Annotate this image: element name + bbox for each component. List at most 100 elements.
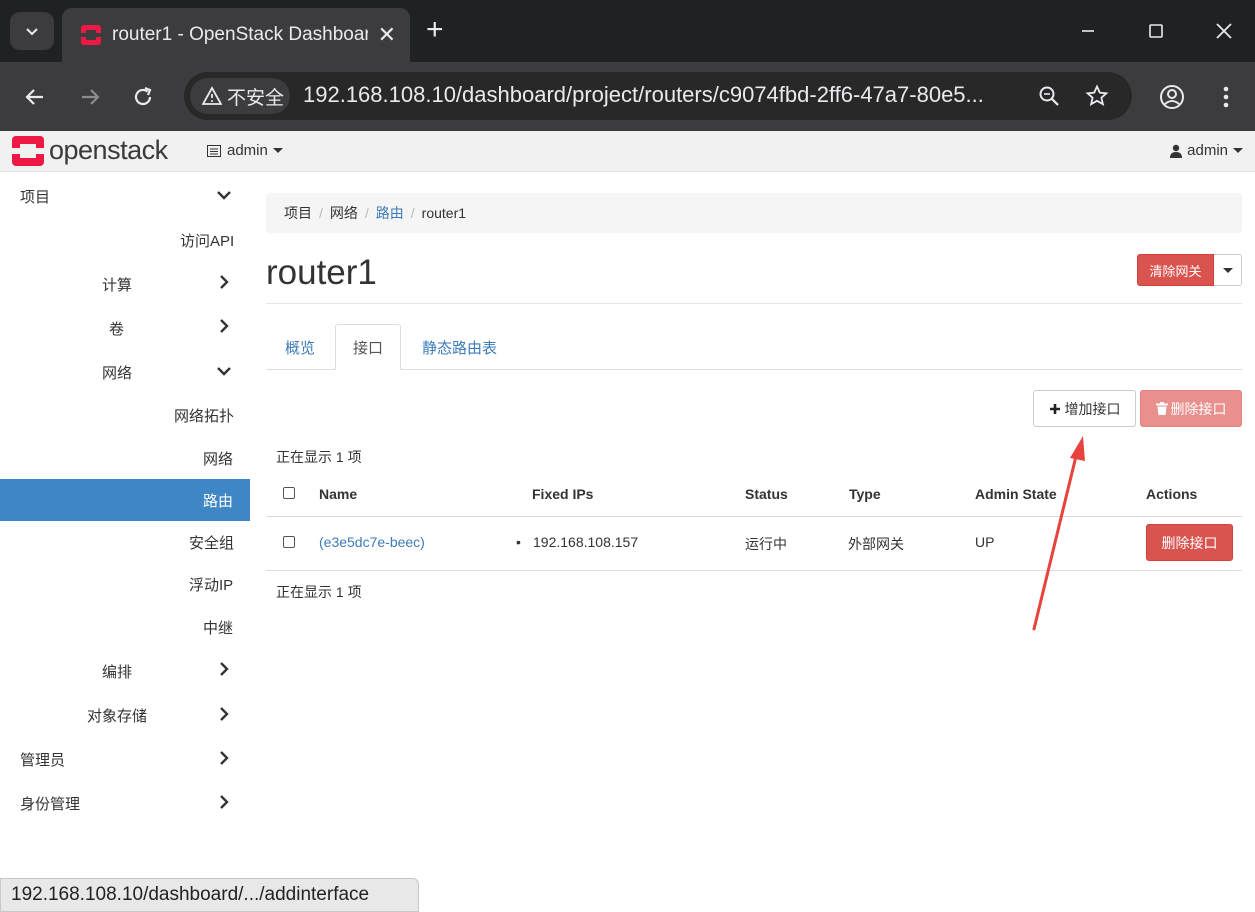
delete-interfaces-button[interactable]: 删除接口 [1140,390,1242,427]
add-interface-label: 增加接口 [1064,400,1121,417]
showing-count-bottom: 正在显示 1 项 [276,584,362,600]
breadcrumb-routers-link[interactable]: 路由 [376,203,404,223]
tabs-divider [266,369,1242,370]
chevron-right-icon[interactable] [216,750,232,766]
chevron-right-icon[interactable] [216,274,232,290]
project-name: admin [227,142,268,159]
sidebar: 项目 访问API 计算 卷 网络 网络拓扑 网络 路由 安全组 浮动IP 中继 … [0,172,250,912]
breadcrumb-separator: / [410,205,415,221]
openstack-logo[interactable]: openstack [12,135,168,166]
chevron-right-icon[interactable] [216,706,232,722]
caret-down-icon [272,148,283,153]
tab-overview[interactable]: 概览 [285,324,315,370]
profile-icon[interactable] [1157,82,1187,112]
sidebar-item-network-topology[interactable]: 网络拓扑 [174,405,234,426]
url-text[interactable]: 192.168.108.10/dashboard/project/routers… [303,82,1023,108]
column-header-status[interactable]: Status [745,486,788,502]
sidebar-item-volumes[interactable]: 卷 [109,318,124,339]
breadcrumb-project: 项目 [284,205,312,221]
sidebar-item-identity[interactable]: 身份管理 [20,793,80,814]
clear-gateway-button[interactable]: 清除网关 [1137,254,1214,286]
sidebar-item-networks[interactable]: 网络 [203,448,233,469]
close-window-icon[interactable] [1204,14,1244,48]
sidebar-item-floating-ips[interactable]: 浮动IP [189,574,233,595]
new-tab-icon[interactable]: + [426,14,444,46]
bookmark-star-icon[interactable] [1084,83,1110,109]
chevron-down-icon[interactable] [216,363,232,379]
breadcrumb-separator: / [364,205,369,221]
tab-search-button[interactable] [10,12,54,50]
forward-icon[interactable] [75,82,105,112]
admin-state-value: UP [975,534,995,550]
bullet-icon: • [516,534,521,550]
openstack-header: openstack admin admin [0,131,1255,172]
chevron-down-icon [26,28,38,36]
status-value: 运行中 [745,536,787,552]
showing-count-top: 正在显示 1 项 [276,449,362,465]
row-checkbox[interactable] [283,536,295,548]
column-header-type[interactable]: Type [849,486,881,502]
close-tab-icon[interactable]: ✕ [378,22,396,48]
delete-interface-button[interactable]: 删除接口 [1146,524,1233,561]
sidebar-item-routers[interactable]: 路由 [203,490,233,511]
sidebar-item-api-access[interactable]: 访问API [180,230,234,251]
tab-static-routes[interactable]: 静态路由表 [422,324,497,370]
sidebar-item-compute[interactable]: 计算 [102,274,132,295]
project-dropdown[interactable]: admin [207,142,283,159]
sidebar-item-orchestration[interactable]: 编排 [102,661,132,682]
column-header-fixed-ips[interactable]: Fixed IPs [532,486,593,502]
minimize-icon[interactable] [1068,14,1108,48]
caret-down-icon [1233,148,1243,153]
column-header-admin-state[interactable]: Admin State [975,486,1057,502]
back-icon[interactable] [20,82,50,112]
column-header-name[interactable]: Name [319,486,357,502]
user-name: admin [1187,142,1228,159]
sidebar-item-project[interactable]: 项目 [20,186,50,207]
more-actions-toggle[interactable] [1214,254,1242,286]
openstack-favicon-icon [81,25,101,45]
table-row-divider [266,570,1242,571]
breadcrumb-current: router1 [421,205,467,221]
browser-tab[interactable]: router1 - OpenStack Dashboard ✕ [62,8,410,62]
link-preview-status-bar: 192.168.108.10/dashboard/.../addinterfac… [0,878,419,912]
caret-down-icon [1222,267,1233,273]
chevron-down-icon[interactable] [216,187,232,203]
chevron-right-icon[interactable] [216,661,232,677]
tab-interfaces[interactable]: 接口 [335,324,401,370]
interface-name-link[interactable]: (e3e5dc7e-beec) [319,534,425,550]
sidebar-item-object-store[interactable]: 对象存储 [87,705,147,726]
user-icon [1170,144,1183,158]
address-bar[interactable]: 不安全 192.168.108.10/dashboard/project/rou… [184,72,1132,120]
breadcrumb-separator: / [319,205,323,221]
user-dropdown[interactable]: admin [1170,142,1243,159]
security-indicator[interactable]: 不安全 [190,78,290,114]
breadcrumb-network: 网络 [329,205,358,221]
router-actions-group: 清除网关 [1137,254,1242,286]
project-list-icon [207,144,221,157]
maximize-icon[interactable] [1136,14,1176,48]
title-divider [266,303,1242,304]
sidebar-item-trunks[interactable]: 中继 [203,617,233,638]
chevron-right-icon[interactable] [216,318,232,334]
security-label: 不安全 [227,87,285,109]
chevron-right-icon[interactable] [216,794,232,810]
sidebar-item-network[interactable]: 网络 [102,362,132,383]
logo-text: openstack [49,135,168,165]
plus-icon [1049,403,1060,414]
delete-interfaces-label: 删除接口 [1170,400,1227,417]
breadcrumb: 项目 / 网络 / 路由 / router1 [266,193,1242,233]
column-header-actions: Actions [1146,486,1198,502]
zoom-icon[interactable] [1036,83,1062,109]
add-interface-button[interactable]: 增加接口 [1033,390,1136,427]
sidebar-item-security-groups[interactable]: 安全组 [189,532,234,553]
sidebar-item-admin[interactable]: 管理员 [20,749,65,770]
select-all-checkbox[interactable] [283,487,295,499]
type-value: 外部网关 [848,536,904,552]
trash-icon [1155,402,1168,415]
browser-menu-icon[interactable] [1211,82,1241,112]
reload-icon[interactable] [128,82,158,112]
page-title: router1 [266,253,377,292]
table-row-divider [266,516,1242,517]
browser-toolbar: 不安全 192.168.108.10/dashboard/project/rou… [0,62,1255,131]
openstack-logo-icon [12,135,44,166]
